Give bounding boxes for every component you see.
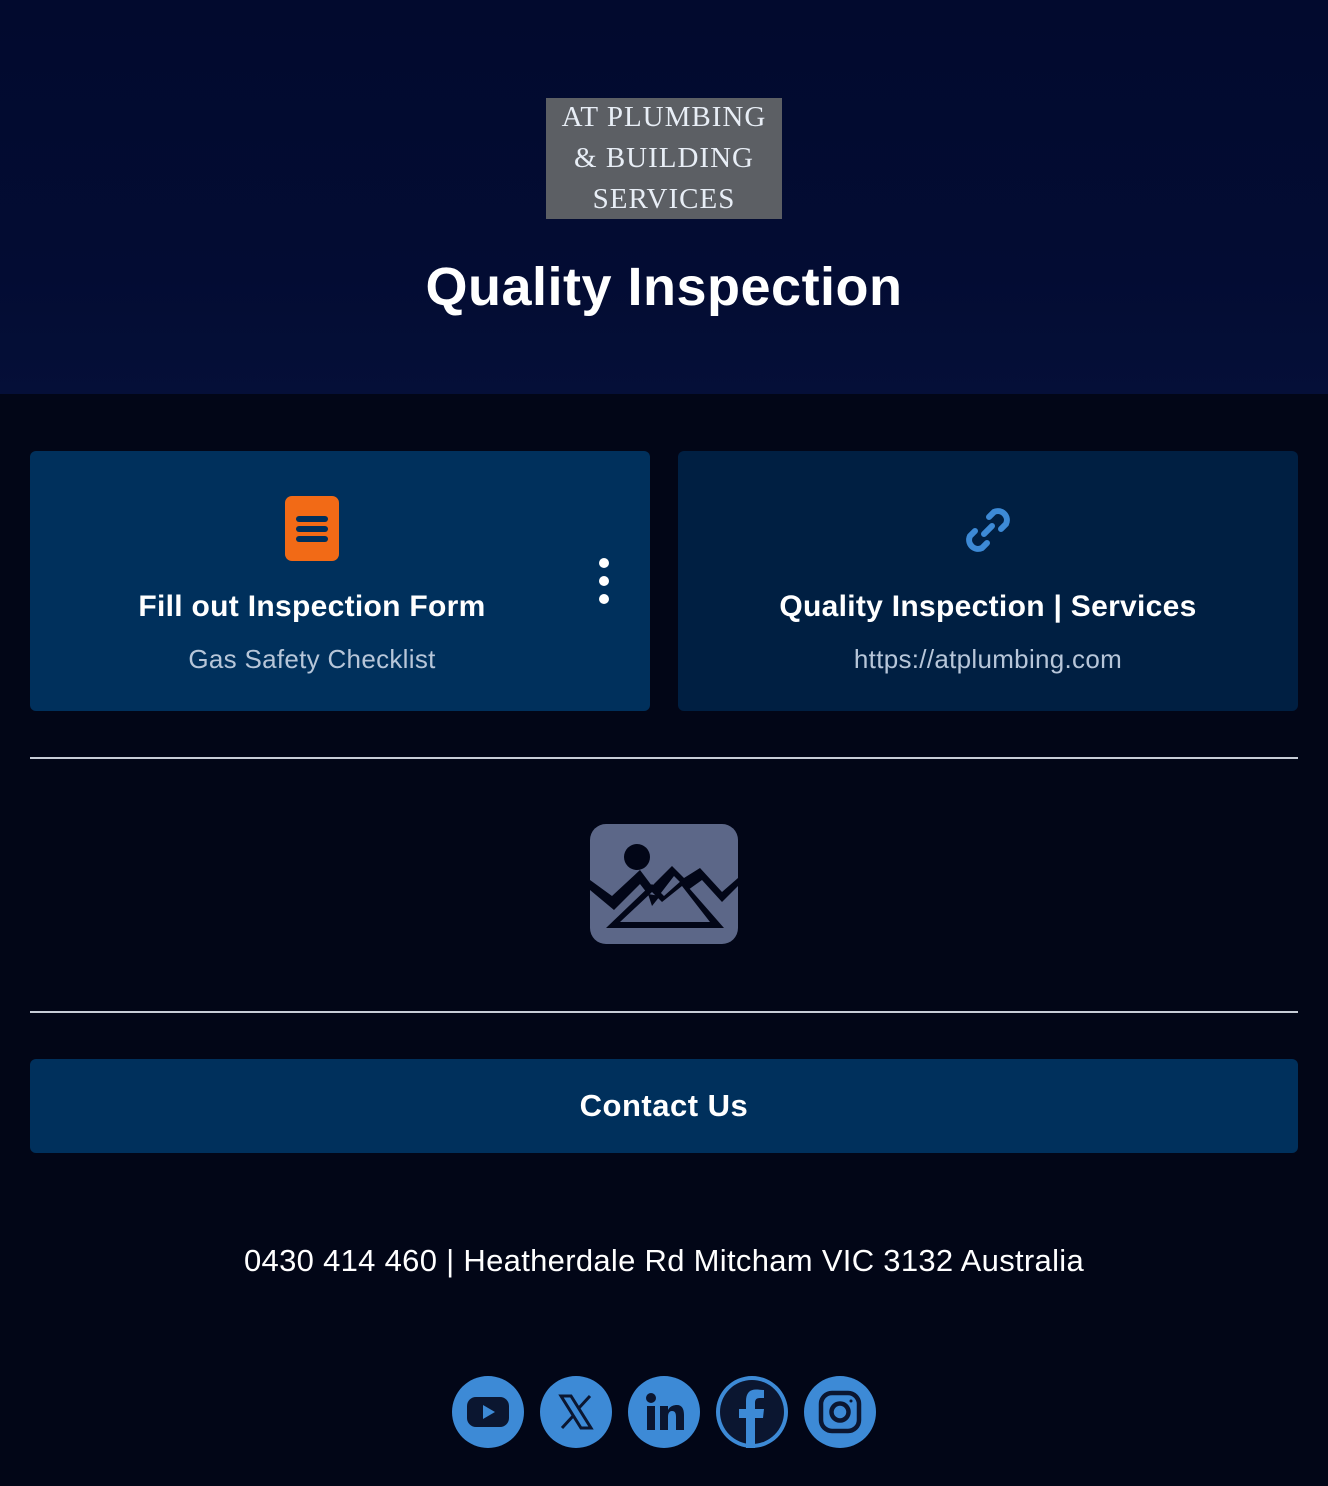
x-icon[interactable]	[540, 1376, 612, 1448]
youtube-icon[interactable]	[452, 1376, 524, 1448]
footer-contact-info: 0430 414 460 | Heatherdale Rd Mitcham VI…	[244, 1243, 1084, 1278]
card-title: Fill out Inspection Form	[138, 590, 486, 623]
card-subtitle: Gas Safety Checklist	[188, 644, 436, 674]
image-icon	[590, 824, 738, 944]
instagram-icon[interactable]	[804, 1376, 876, 1448]
facebook-icon[interactable]	[716, 1376, 788, 1448]
card-title: Quality Inspection | Services	[779, 590, 1197, 623]
more-options-icon[interactable]	[590, 558, 618, 604]
linkedin-icon[interactable]	[628, 1376, 700, 1448]
form-document-icon	[285, 496, 339, 561]
link-icon	[961, 503, 1015, 557]
divider	[30, 1011, 1298, 1013]
logo-line-2: & BUILDING	[574, 142, 754, 174]
card-url: https://atplumbing.com	[853, 644, 1123, 674]
divider	[30, 757, 1298, 759]
logo-line-1: AT PLUMBING	[561, 101, 767, 133]
page-title: Quality Inspection	[425, 257, 903, 317]
logo-line-3: SERVICES	[592, 183, 736, 215]
company-logo: AT PLUMBING & BUILDING SERVICES	[546, 98, 782, 219]
contact-us-button[interactable]: Contact Us	[30, 1059, 1298, 1153]
